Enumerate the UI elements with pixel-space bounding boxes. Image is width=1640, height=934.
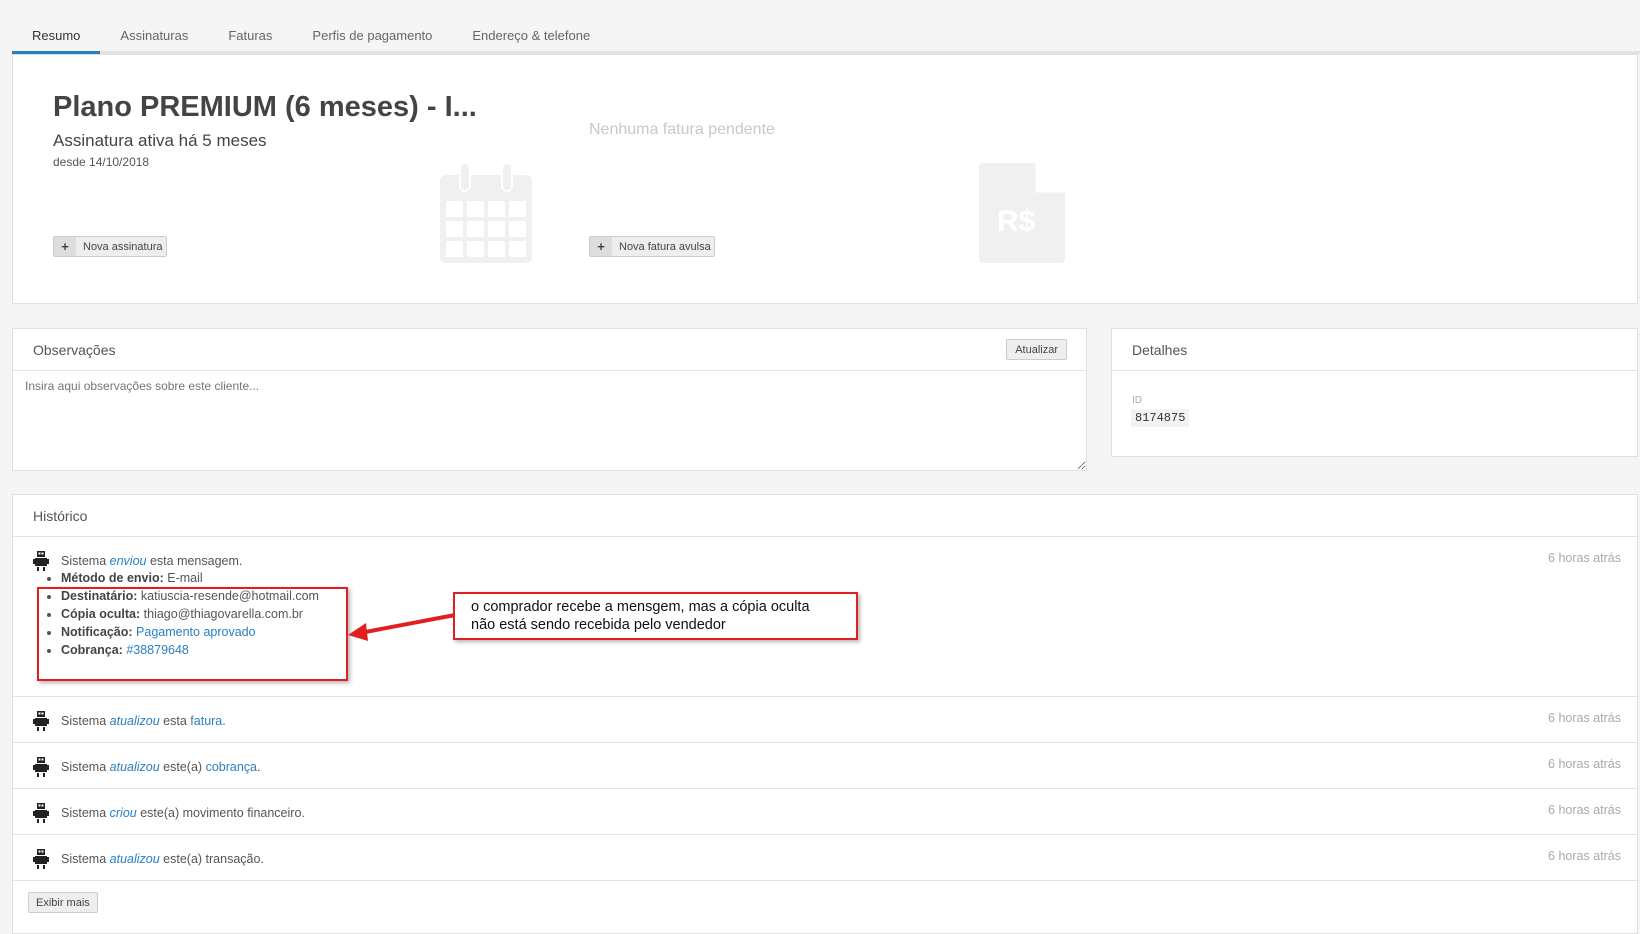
- actor: Sistema: [61, 806, 107, 820]
- history-item: Sistema atualizou este(a) cobrança. 6 hor…: [13, 743, 1637, 789]
- history-panel: Histórico Sistema enviou esta mensagem. 6…: [12, 494, 1638, 934]
- id-label: ID: [1132, 395, 1142, 406]
- action-verb: atualizou: [109, 852, 160, 866]
- plus-icon: +: [590, 237, 612, 256]
- history-title: Histórico: [33, 507, 88, 524]
- tab-perfis-pagamento[interactable]: Perfis de pagamento: [292, 22, 452, 54]
- history-header: Histórico: [13, 495, 1637, 537]
- message-detail-item: Método de envio: E-mail: [61, 569, 319, 587]
- history-link[interactable]: fatura: [190, 714, 222, 728]
- details-title: Detalhes: [1132, 341, 1188, 358]
- action-text: este(a) movimento financeiro.: [140, 806, 305, 820]
- annotation-line-2: não está sendo recebida pelo vendedor: [471, 617, 726, 633]
- detail-label: Método de envio:: [61, 571, 164, 585]
- no-pending-invoice: Nenhuma fatura pendente: [589, 121, 775, 138]
- notes-panel: Observações Atualizar: [12, 328, 1087, 471]
- new-subscription-button[interactable]: + Nova assinatura: [53, 236, 167, 257]
- new-invoice-label: Nova fatura avulsa: [619, 240, 711, 253]
- action-verb: atualizou: [109, 760, 160, 774]
- notes-title: Observações: [33, 341, 116, 358]
- action-verb: criou: [109, 806, 137, 820]
- actor: Sistema: [61, 852, 107, 866]
- robot-icon: [33, 711, 49, 731]
- update-notes-button[interactable]: Atualizar: [1006, 339, 1067, 360]
- annotation-line-1: o comprador recebe a mensgem, mas a cópi…: [471, 599, 810, 615]
- robot-icon: [33, 551, 49, 571]
- history-item-text: Sistema atualizou este(a) transação.: [33, 849, 264, 869]
- annotation-arrow-icon: [348, 613, 456, 641]
- history-item-text: Sistema criou este(a) movimento financei…: [33, 803, 305, 823]
- notes-header: Observações: [13, 329, 1086, 371]
- details-panel: Detalhes ID 8174875: [1111, 328, 1638, 457]
- show-more-button[interactable]: Exibir mais: [28, 892, 98, 913]
- actor: Sistema: [61, 554, 107, 568]
- history-item: Sistema atualizou esta fatura. 6 horas at…: [13, 697, 1637, 743]
- robot-icon: [33, 757, 49, 777]
- annotation-callout: o comprador recebe a mensgem, mas a cópi…: [453, 592, 858, 640]
- tab-endereco-telefone[interactable]: Endereço & telefone: [452, 22, 610, 54]
- new-invoice-button[interactable]: + Nova fatura avulsa: [589, 236, 715, 257]
- history-time: 6 horas atrás: [1548, 711, 1621, 725]
- history-item-text: Sistema atualizou este(a) cobrança.: [33, 757, 260, 777]
- notes-textarea[interactable]: [13, 371, 1086, 470]
- actor: Sistema: [61, 714, 107, 728]
- punctuation: .: [257, 760, 261, 774]
- subscription-since: desde 14/10/2018: [53, 155, 150, 169]
- robot-icon: [33, 803, 49, 823]
- summary-card: Plano PREMIUM (6 meses) - I... Assinatur…: [12, 54, 1638, 304]
- id-value: 8174875: [1131, 409, 1190, 427]
- new-subscription-label: Nova assinatura: [83, 240, 163, 253]
- tab-faturas[interactable]: Faturas: [208, 22, 292, 54]
- details-header: Detalhes: [1112, 329, 1637, 371]
- history-time: 6 horas atrás: [1548, 551, 1621, 565]
- invoice-document-icon: R$: [979, 163, 1065, 263]
- history-time: 6 horas atrás: [1548, 803, 1621, 817]
- plan-title: Plano PREMIUM (6 meses) - I...: [53, 91, 477, 123]
- history-link[interactable]: cobrança: [206, 760, 257, 774]
- history-item-text: Sistema enviou esta mensagem.: [33, 551, 242, 571]
- history-item: Sistema criou este(a) movimento financei…: [13, 789, 1637, 835]
- subscription-status: Assinatura ativa há 5 meses: [53, 131, 267, 150]
- action-text: esta mensagem.: [149, 554, 243, 568]
- action-text: este(a) transação.: [163, 852, 264, 866]
- tab-bar: Resumo Assinaturas Faturas Perfis de pag…: [12, 22, 1640, 54]
- detail-value: E-mail: [167, 571, 203, 585]
- plus-icon: +: [54, 237, 76, 256]
- action-verb: atualizou: [109, 714, 160, 728]
- tab-assinaturas[interactable]: Assinaturas: [100, 22, 208, 54]
- history-item-text: Sistema atualizou esta fatura.: [33, 711, 226, 731]
- action-text: esta: [163, 714, 187, 728]
- history-item: Sistema atualizou este(a) transação. 6 ho…: [13, 835, 1637, 881]
- history-time: 6 horas atrás: [1548, 849, 1621, 863]
- punctuation: .: [222, 714, 226, 728]
- action-verb: enviou: [109, 554, 147, 568]
- actor: Sistema: [61, 760, 107, 774]
- currency-symbol: R$: [997, 205, 1036, 238]
- action-text: este(a): [163, 760, 203, 774]
- annotation-highlight-box: [37, 587, 348, 681]
- history-time: 6 horas atrás: [1548, 757, 1621, 771]
- calendar-icon: [440, 163, 532, 263]
- tab-resumo[interactable]: Resumo: [12, 22, 101, 54]
- robot-icon: [33, 849, 49, 869]
